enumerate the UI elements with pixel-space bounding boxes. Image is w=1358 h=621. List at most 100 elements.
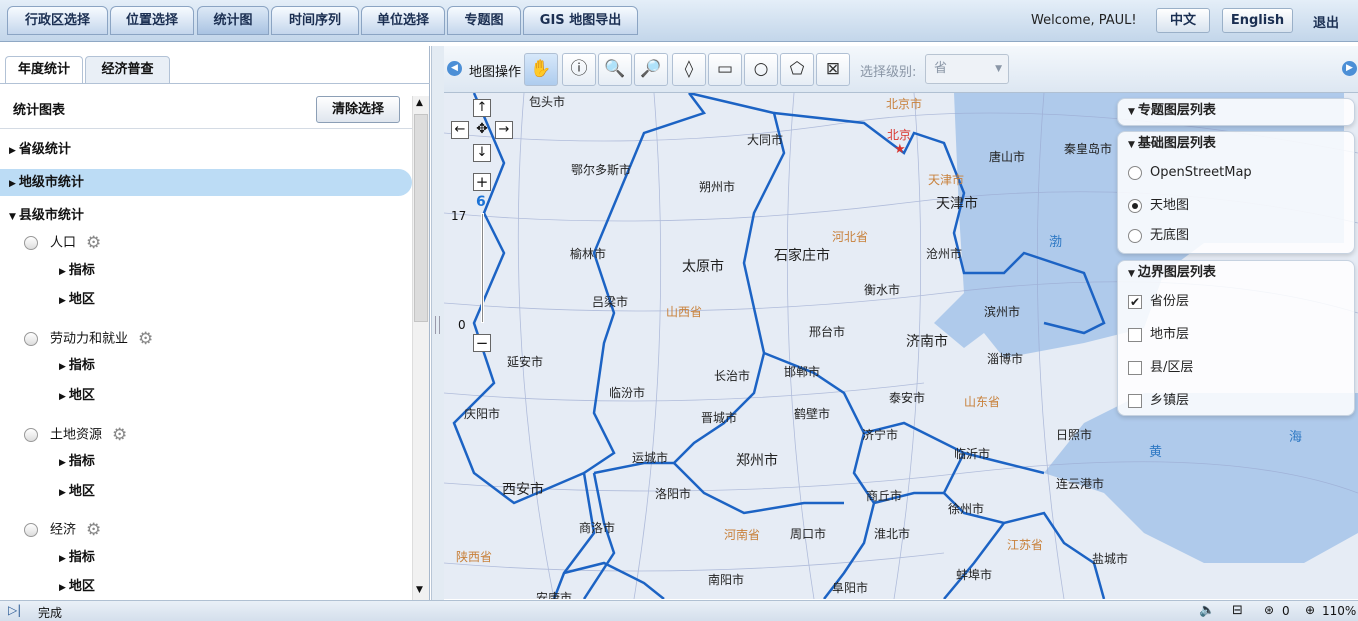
boundary-layer-header[interactable]: ▼ 边界图层列表 — [1118, 261, 1354, 285]
subcategory-labor-employment[interactable]: 劳动力和就业 ⚙ — [24, 329, 153, 349]
lang-chinese-button[interactable]: 中文 — [1156, 8, 1210, 33]
rectangle-select-icon[interactable]: ▭ — [708, 53, 742, 86]
city-label: 包头市 — [529, 95, 566, 109]
tree-node-label: 地级市统计 — [18, 175, 84, 190]
leaf-region[interactable]: ▶ 地区 — [59, 386, 95, 406]
collapse-right-icon[interactable]: ▶ — [1342, 61, 1357, 76]
city-label: 西安市 — [502, 482, 544, 498]
leaf-indicator[interactable]: ▶ 指标 — [59, 452, 95, 472]
radio-button[interactable] — [24, 428, 38, 442]
tab-economic-census[interactable]: 经济普查 — [85, 56, 170, 84]
pan-down-icon[interactable]: ↓ — [473, 144, 491, 162]
pan-left-icon[interactable]: ← — [451, 121, 469, 139]
section-title: 统计图表 — [13, 103, 66, 118]
zoom-minus-icon[interactable]: − — [473, 334, 491, 352]
tree-node-prefecture-stats[interactable]: ▶ 地级市统计 — [0, 169, 412, 196]
city-label: 榆林市 — [570, 247, 607, 261]
province-label: 陕西省 — [456, 550, 493, 564]
clear-selection-button[interactable]: 清除选择 — [316, 96, 400, 123]
base-layer-none[interactable]: 无底图 — [1118, 222, 1354, 250]
radio-button[interactable] — [24, 523, 38, 537]
tab-admin-region-select[interactable]: 行政区选择 — [7, 6, 108, 35]
base-layer-tianditu[interactable]: 天地图 — [1118, 189, 1354, 222]
tab-unit-select[interactable]: 单位选择 — [361, 6, 445, 35]
statistics-panel: 年度统计 经济普查 统计图表 清除选择 ▶ 省级统计 ▶ 地级市统计 ▼ 县级市统计 … — [0, 46, 430, 600]
status-panel-icon[interactable]: ▷| — [8, 603, 21, 617]
polygon-select-icon[interactable]: ⬠ — [780, 53, 814, 86]
window-icon[interactable]: ⊟ — [1232, 603, 1243, 618]
sea-label: 渤 — [1049, 235, 1063, 250]
thematic-layer-header[interactable]: ▼ 专题图层列表 — [1118, 99, 1354, 123]
scrollbar-thumb[interactable] — [414, 114, 428, 322]
info-icon[interactable]: ⓘ — [562, 53, 596, 86]
status-text: 完成 — [38, 606, 63, 620]
city-label: 北京市 — [886, 97, 923, 111]
speaker-icon[interactable]: 🔈 — [1199, 603, 1215, 618]
city-label: 唐山市 — [989, 150, 1026, 164]
base-layer-openstreetmap[interactable]: OpenStreetMap — [1118, 156, 1354, 189]
city-label: 鹤壁市 — [794, 407, 831, 421]
scroll-down-icon[interactable]: ▼ — [416, 585, 423, 595]
radio-button[interactable] — [24, 236, 38, 250]
city-label: 秦皇岛市 — [1064, 142, 1113, 156]
pan-center-icon[interactable]: ✥ — [473, 121, 491, 139]
zoom-in-icon[interactable]: 🔍 — [598, 53, 632, 86]
zoom-percent[interactable]: 110% — [1322, 604, 1356, 618]
clear-select-icon[interactable]: ⊠ — [816, 53, 850, 86]
security-zone-icon[interactable]: ⊛ — [1264, 603, 1274, 617]
gear-icon[interactable]: ⚙ — [138, 329, 153, 349]
pan-up-icon[interactable]: ↑ — [473, 99, 491, 117]
map-ops-label: 地图操作 — [469, 65, 522, 80]
lang-english-button[interactable]: English — [1222, 8, 1293, 33]
zoom-icon[interactable]: ⊕ — [1305, 603, 1315, 617]
tree-node-county-stats[interactable]: ▼ 县级市统计 — [0, 202, 412, 229]
tab-time-series[interactable]: 时间序列 — [271, 6, 359, 35]
gear-icon[interactable]: ⚙ — [112, 425, 127, 445]
tab-statistics-chart[interactable]: 统计图 — [197, 6, 269, 35]
circle-select-icon[interactable]: ○ — [744, 53, 778, 86]
boundary-layer-province[interactable]: ✔ 省份层 — [1118, 285, 1354, 318]
boundary-layer-prefecture[interactable]: 地市层 — [1118, 318, 1354, 351]
zoom-plus-icon[interactable]: + — [473, 173, 491, 191]
leaf-indicator[interactable]: ▶ 指标 — [59, 356, 95, 376]
gear-icon[interactable]: ⚙ — [86, 520, 101, 540]
zoom-slider-track[interactable] — [481, 213, 484, 323]
pan-hand-icon[interactable]: ✋ — [524, 53, 558, 86]
tab-gis-map-export[interactable]: GIS 地图导出 — [523, 6, 638, 35]
leaf-region[interactable]: ▶ 地区 — [59, 577, 95, 597]
tab-location-select[interactable]: 位置选择 — [110, 6, 194, 35]
level-select[interactable]: 省 ▼ — [925, 54, 1009, 84]
leaf-indicator[interactable]: ▶ 指标 — [59, 261, 95, 281]
zoom-out-icon[interactable]: 🔎 — [634, 53, 668, 86]
province-label: 河南省 — [724, 528, 761, 542]
sea-label: 海 — [1289, 430, 1303, 445]
scroll-up-icon[interactable]: ▲ — [416, 98, 423, 108]
leaf-indicator[interactable]: ▶ 指标 — [59, 548, 95, 568]
subcategory-land-resources[interactable]: 土地资源 ⚙ — [24, 425, 127, 445]
point-select-icon[interactable]: ◊ — [672, 53, 706, 86]
subcategory-economy[interactable]: 经济 ⚙ — [24, 520, 101, 540]
city-label: 临沂市 — [954, 447, 991, 461]
city-label: 庆阳市 — [464, 407, 501, 421]
province-label: 河北省 — [832, 230, 869, 244]
pan-right-icon[interactable]: → — [495, 121, 513, 139]
boundary-layer-county[interactable]: 县/区层 — [1118, 351, 1354, 384]
vertical-scrollbar[interactable]: ▲ ▼ — [412, 96, 429, 600]
panel-splitter[interactable] — [431, 46, 444, 600]
tab-thematic-map[interactable]: 专题图 — [447, 6, 521, 35]
expand-icon: ▶ — [9, 179, 16, 189]
leaf-region[interactable]: ▶ 地区 — [59, 290, 95, 310]
level-label: 选择级别: — [860, 65, 917, 80]
tree-node-province-stats[interactable]: ▶ 省级统计 — [0, 136, 412, 163]
collapse-left-icon[interactable]: ◀ — [447, 61, 462, 76]
city-label: 晋城市 — [701, 411, 738, 425]
base-layer-header[interactable]: ▼ 基础图层列表 — [1118, 132, 1354, 156]
subcategory-population[interactable]: 人口 ⚙ — [24, 233, 101, 253]
tab-annual-statistics[interactable]: 年度统计 — [5, 56, 83, 84]
radio-button[interactable] — [24, 332, 38, 346]
gear-icon[interactable]: ⚙ — [86, 233, 101, 253]
leaf-region[interactable]: ▶ 地区 — [59, 482, 95, 502]
logout-link[interactable]: 退出 — [1313, 12, 1339, 31]
capital-label: 北京 — [887, 128, 912, 142]
boundary-layer-township[interactable]: 乡镇层 — [1118, 384, 1354, 417]
